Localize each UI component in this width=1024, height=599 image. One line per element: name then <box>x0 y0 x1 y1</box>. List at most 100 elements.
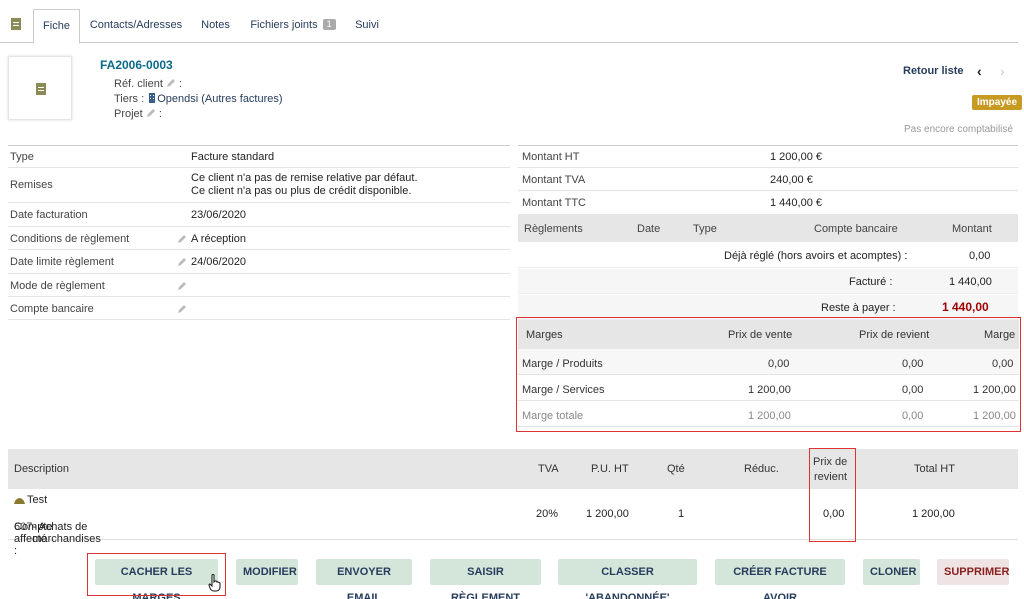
info-row-date: Date facturation 23/06/2020 <box>8 203 510 227</box>
date-label: Date facturation <box>10 209 88 221</box>
payments-col-date: Date <box>637 223 661 235</box>
info-row-type: Type Facture standard <box>8 145 510 168</box>
deja-value: 0,00 <box>969 250 991 262</box>
payments-facture-row: Facturé : 1 440,00 <box>518 269 1018 294</box>
margins-highlight <box>516 317 1021 432</box>
building-icon <box>149 93 156 103</box>
ref-client-label: Réf. client <box>114 78 163 90</box>
invoice-thumbnail <box>8 56 72 120</box>
remises-label: Remises <box>10 179 53 191</box>
info-row-mode: Mode de règlement <box>8 274 510 297</box>
line-qte: 1 <box>678 508 685 520</box>
tab-fichiers[interactable]: Fichiers joints 1 <box>246 9 340 44</box>
lines-col-qte: Qté <box>667 463 685 475</box>
line-tva: 20% <box>536 508 559 520</box>
lines-col-description: Description <box>14 463 70 475</box>
payments-deja-row: Déjà réglé (hors avoirs et acomptes) : 0… <box>518 243 1018 268</box>
invoice-icon <box>11 18 21 30</box>
prix-revient-highlight <box>809 448 856 542</box>
lines-col-total: Total HT <box>914 463 955 475</box>
payments-col-compte: Compte bancaire <box>814 223 898 235</box>
compte-label: Compte bancaire <box>10 303 94 315</box>
lines-col-pu: P.U. HT <box>591 463 629 475</box>
invoice-icon <box>36 83 46 95</box>
pencil-icon[interactable] <box>177 257 187 267</box>
chevron-left-icon[interactable]: ‹ <box>977 63 982 79</box>
lines-col-reduc: Réduc. <box>744 463 779 475</box>
invoice-ref: FA2006-0003 <box>100 58 173 72</box>
amount-row-tva: Montant TVA 240,00 € <box>518 168 1018 191</box>
envoyer-email-button[interactable]: ENVOYER EMAIL <box>316 559 412 599</box>
tab-contacts[interactable]: Contacts/Adresses <box>86 9 186 44</box>
payments-col-type: Type <box>693 223 717 235</box>
reste-label: Reste à payer : <box>821 302 896 314</box>
amount-row-ht: Montant HT 1 200,00 € <box>518 145 1018 168</box>
pencil-icon[interactable] <box>177 234 187 244</box>
modifier-button[interactable]: MODIFIER <box>236 559 298 585</box>
pencil-icon[interactable] <box>166 78 176 88</box>
tab-suivi[interactable]: Suivi <box>348 9 386 44</box>
type-label: Type <box>10 151 34 163</box>
projet-label: Projet <box>114 108 143 120</box>
pencil-icon[interactable] <box>177 304 187 314</box>
lines-header: Description TVA P.U. HT Qté Réduc. Prix … <box>8 449 1018 489</box>
deja-label: Déjà réglé (hors avoirs et acomptes) : <box>724 250 908 262</box>
tiers-label: Tiers : <box>114 93 145 105</box>
type-value: Facture standard <box>191 151 275 163</box>
tab-notes[interactable]: Notes <box>193 9 238 44</box>
chevron-right-icon[interactable]: › <box>1000 63 1005 79</box>
line-total: 1 200,00 <box>912 508 955 520</box>
limite-value: 24/06/2020 <box>191 256 247 268</box>
limite-label: Date limite règlement <box>10 256 114 268</box>
tab-bar: Fiche Contacts/Adresses Notes Fichiers j… <box>0 0 1018 44</box>
tva-value: 240,00 € <box>770 174 813 186</box>
payments-col-reglements: Règlements <box>524 223 583 235</box>
payments-col-montant: Montant <box>952 223 992 235</box>
lines-col-tva: TVA <box>538 463 559 475</box>
supprimer-button[interactable]: SUPPRIMER <box>937 559 1009 585</box>
saisir-reglement-button[interactable]: SAISIR RÈGLEMENT <box>430 559 541 599</box>
classer-abandonnee-button[interactable]: CLASSER 'ABANDONNÉE' <box>558 559 697 599</box>
tab-fiche[interactable]: Fiche <box>33 9 80 44</box>
remises-line1: Ce client n'a pas de remise relative par… <box>191 172 418 184</box>
ttc-value: 1 440,00 € <box>770 197 822 209</box>
tiers-link[interactable]: Opendsi (Autres factures) <box>157 93 282 105</box>
pencil-icon[interactable] <box>177 281 187 291</box>
ref-client-line: Réf. client : <box>114 78 183 90</box>
ttc-label: Montant TTC <box>522 197 586 209</box>
pencil-icon[interactable] <box>146 108 156 118</box>
retour-liste-link[interactable]: Retour liste <box>903 65 964 77</box>
facture-label: Facturé : <box>849 276 893 288</box>
payments-header: Règlements Date Type Compte bancaire Mon… <box>518 215 1018 242</box>
service-icon <box>14 498 25 504</box>
date-value: 23/06/2020 <box>191 209 247 221</box>
remises-line2: Ce client n'a pas ou plus de crédit disp… <box>191 185 412 197</box>
line-compte: Compte affecté : 607 - Achats de marchan… <box>14 521 101 557</box>
tiers-line: Tiers : Opendsi (Autres factures) <box>114 93 283 105</box>
ht-value: 1 200,00 € <box>770 151 822 163</box>
amount-row-ttc: Montant TTC 1 440,00 € <box>518 191 1018 215</box>
conditions-label: Conditions de règlement <box>10 233 130 245</box>
line-description: Test <box>27 494 48 506</box>
status-badge: Impayée <box>972 95 1023 110</box>
accounting-status: Pas encore comptabilisé <box>904 124 1013 135</box>
projet-line: Projet : <box>114 108 162 120</box>
reste-value: 1 440,00 <box>942 300 989 314</box>
cacher-marges-highlight <box>87 553 226 596</box>
creer-avoir-button[interactable]: CRÉER FACTURE AVOIR <box>715 559 845 599</box>
info-row-compte: Compte bancaire <box>8 297 510 320</box>
info-row-conditions: Conditions de règlement A réception <box>8 227 510 250</box>
line-pu: 1 200,00 <box>586 508 629 520</box>
ht-label: Montant HT <box>522 151 580 163</box>
hand-cursor-icon <box>208 574 221 592</box>
facture-value: 1 440,00 <box>949 276 992 288</box>
cloner-button[interactable]: CLONER <box>863 559 920 585</box>
mode-label: Mode de règlement <box>10 280 105 292</box>
info-row-limite: Date limite règlement 24/06/2020 <box>8 250 510 274</box>
table-row[interactable]: Test Compte affecté : 607 - Achats de ma… <box>8 489 1018 557</box>
tva-label: Montant TVA <box>522 174 586 186</box>
tab-fichiers-count: 1 <box>322 19 336 30</box>
line-compte-name: - Achats de marchandises <box>32 521 101 545</box>
conditions-value: A réception <box>191 233 247 245</box>
info-row-remises: Remises Ce client n'a pas de remise rela… <box>8 168 510 203</box>
